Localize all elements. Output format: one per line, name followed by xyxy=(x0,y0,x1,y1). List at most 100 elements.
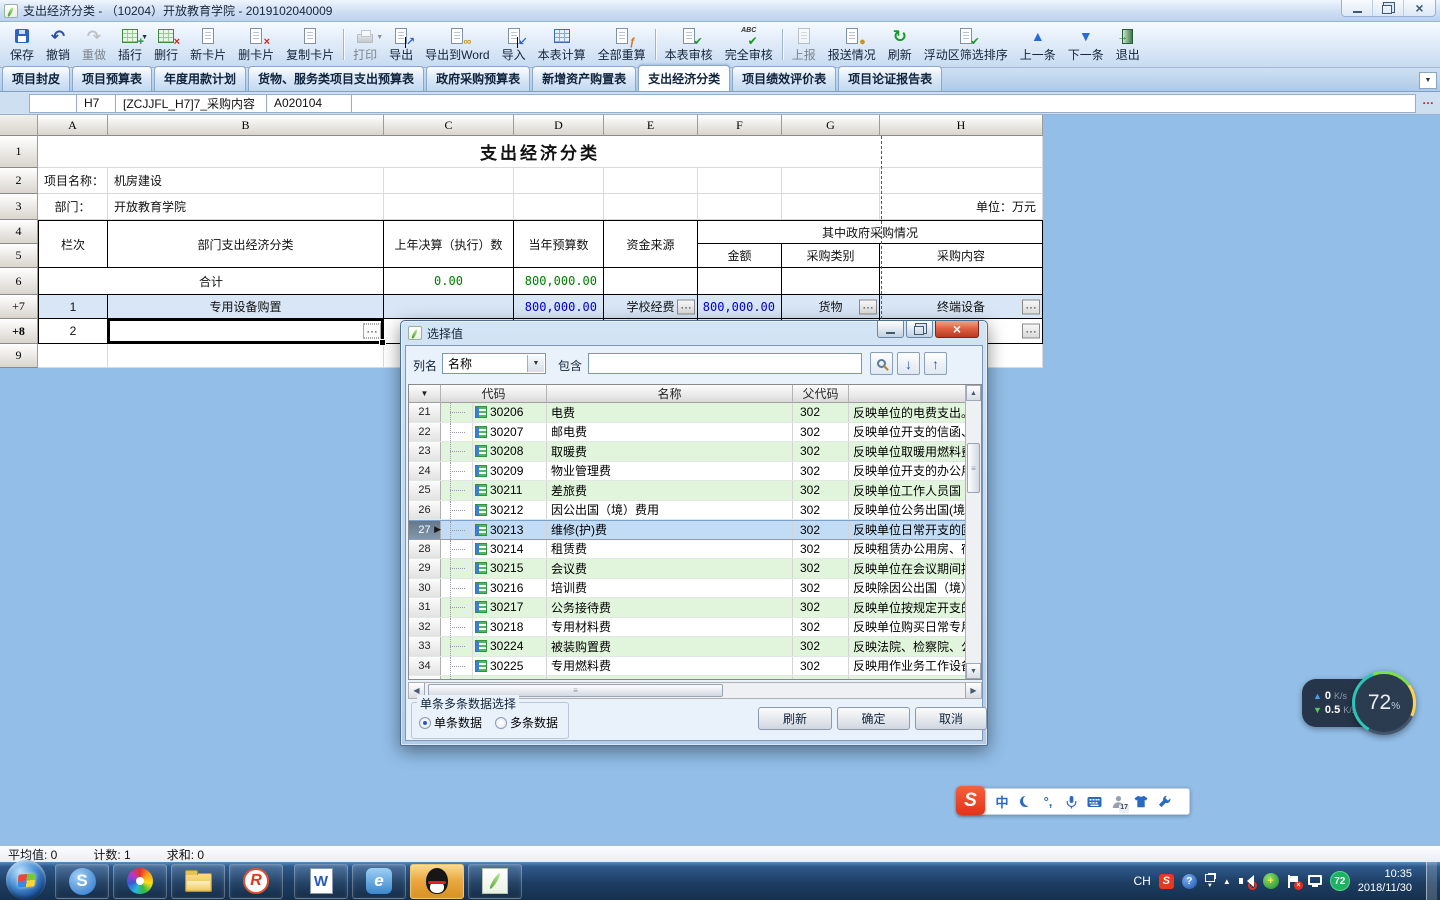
cell[interactable] xyxy=(384,295,514,319)
total-prev-year-cell[interactable]: 0.00 xyxy=(384,268,514,295)
cell[interactable] xyxy=(514,194,604,220)
row-number-cell[interactable]: 23 xyxy=(409,442,441,461)
dialog-table-row[interactable]: 25 30211 差旅费 302 反映单位工作人员国（境）内出 xyxy=(409,481,965,501)
dialog-table-row[interactable]: 35 30226 劳务费 302 反映支付给外单位和个人的劳务 xyxy=(409,676,965,679)
start-button[interactable] xyxy=(6,860,46,900)
taskbar-ie[interactable]: e xyxy=(352,864,406,899)
find-next-button[interactable]: ↓ xyxy=(897,352,920,375)
dialog-table-row[interactable]: 24 30209 物业管理费 302 反映单位开支的办公用房以及未 xyxy=(409,462,965,482)
tab-expenditure-classification[interactable]: 支出经济分类 xyxy=(638,65,730,91)
tray-sogou-icon[interactable]: S xyxy=(1159,874,1174,889)
cell[interactable] xyxy=(782,268,880,295)
voice-input-icon[interactable] xyxy=(1064,793,1078,811)
dialog-table-row[interactable]: 28 30214 租赁费 302 反映租赁办公用房、宿舍、专用 xyxy=(409,540,965,560)
contains-input[interactable] xyxy=(588,353,862,374)
row1-fund-cell[interactable]: 学校经费 xyxy=(604,295,698,319)
delete-card-button[interactable]: ×删卡片 xyxy=(232,24,280,65)
vertical-scrollbar[interactable]: ▲ ≡ ▼ xyxy=(965,385,981,679)
unit-label[interactable]: 单位：万元 xyxy=(880,194,1043,220)
tab-annual-plan[interactable]: 年度用款计划 xyxy=(154,66,246,91)
tray-security-shield-icon[interactable]: + xyxy=(1263,873,1279,889)
settings-wrench-icon[interactable] xyxy=(1157,793,1171,811)
copy-card-button[interactable]: 复制卡片 xyxy=(280,24,340,65)
cell[interactable] xyxy=(880,168,1043,194)
tab-project-report[interactable]: 项目论证报告表 xyxy=(838,66,942,91)
tab-performance-evaluation[interactable]: 项目绩效评价表 xyxy=(732,66,836,91)
column-header-a[interactable]: A xyxy=(38,115,108,136)
dialog-table-row[interactable]: 26 30212 因公出国（境）费用 302 反映单位公务出国(境)的国际旅 xyxy=(409,501,965,521)
column-header-f[interactable]: F xyxy=(698,115,782,136)
row-header-1[interactable]: 1 xyxy=(0,136,38,168)
header-proc-type[interactable]: 采购类别 xyxy=(782,244,880,268)
column-header-g[interactable]: G xyxy=(782,115,880,136)
save-button[interactable]: 保存 xyxy=(4,24,40,65)
cell[interactable] xyxy=(782,194,880,220)
row-number-cell[interactable]: 28 xyxy=(409,540,441,559)
row-number-cell[interactable]: 31 xyxy=(409,598,441,617)
row-number-cell[interactable]: 27 xyxy=(409,521,441,539)
network-status-icon[interactable] xyxy=(1308,875,1322,885)
ime-mode-button[interactable]: 中 xyxy=(995,793,1009,811)
export-button[interactable]: ↗导出 xyxy=(383,24,419,65)
cell[interactable] xyxy=(604,168,698,194)
lookup-ellipsis-button[interactable] xyxy=(1022,324,1040,339)
action-center-flag-icon[interactable]: × xyxy=(1287,875,1300,888)
float-filter-sort-button[interactable]: ✔浮动区筛选排序 xyxy=(918,24,1014,65)
taskbar-qq[interactable] xyxy=(410,864,464,899)
row2-category-edit-cell[interactable] xyxy=(108,319,384,344)
tray-help-icon[interactable]: ? xyxy=(1182,874,1197,889)
ime-toolbar[interactable]: S 中 °, 17 xyxy=(958,788,1190,815)
header-fund-source[interactable]: 资金来源 xyxy=(604,220,698,268)
insert-row-button[interactable]: +插行▼ xyxy=(112,24,148,65)
formula-more-button[interactable] xyxy=(1420,96,1436,111)
dialog-table-row[interactable]: 31 30217 公务接待费 302 反映单位按规定开支的各类公务 xyxy=(409,598,965,618)
cell[interactable] xyxy=(782,168,880,194)
scroll-right-icon[interactable]: ▶ xyxy=(965,683,981,698)
cell[interactable] xyxy=(514,168,604,194)
header-category[interactable]: 部门支出经济分类 xyxy=(108,220,384,268)
search-button[interactable] xyxy=(870,352,893,375)
tab-goods-services-budget[interactable]: 货物、服务类项目支出预算表 xyxy=(248,66,424,91)
show-desktop-button[interactable] xyxy=(1426,862,1437,900)
recalc-all-button[interactable]: ƒ全部重算 xyxy=(592,24,652,65)
taskbar-notes-app[interactable] xyxy=(468,864,522,899)
tab-project-cover[interactable]: 项目封皮 xyxy=(2,66,70,91)
soft-keyboard-icon[interactable] xyxy=(1087,793,1102,811)
restore-button[interactable] xyxy=(1373,0,1404,16)
select-all-corner[interactable] xyxy=(0,115,38,136)
row-header-2[interactable]: 2 xyxy=(0,168,38,194)
cell[interactable] xyxy=(880,268,1043,295)
export-word-button[interactable]: ∞导出到Word xyxy=(419,24,495,65)
cell[interactable] xyxy=(384,168,514,194)
row1-budget-cell[interactable]: 800,000.00 xyxy=(514,295,604,319)
taskbar-word[interactable]: W xyxy=(294,864,348,899)
dialog-table-row[interactable]: 34 30225 专用燃料费 302 反映用作业务工作设备的车(不 xyxy=(409,657,965,677)
undo-button[interactable]: 撤销 xyxy=(40,24,76,65)
tray-window-switch-icon[interactable]: ▼ xyxy=(1205,874,1215,889)
dialog-table-row[interactable]: 21 30206 电费 302 反映单位的电费支出。 xyxy=(409,403,965,423)
dialog-close-button[interactable] xyxy=(935,321,979,338)
formula-input[interactable] xyxy=(351,94,1416,113)
cell[interactable] xyxy=(384,194,514,220)
cell[interactable] xyxy=(698,268,782,295)
row-number-cell[interactable]: 25 xyxy=(409,481,441,500)
name-column-header[interactable]: 名称 xyxy=(547,385,793,403)
tab-project-budget[interactable]: 项目预算表 xyxy=(72,66,152,91)
dialog-table-row[interactable]: 29 30215 会议费 302 反映单位在会议期间按规定开支 xyxy=(409,559,965,579)
row-number-cell[interactable]: 30 xyxy=(409,579,441,598)
column-header-c[interactable]: C xyxy=(384,115,514,136)
lookup-ellipsis-button[interactable] xyxy=(363,324,381,339)
previous-record-button[interactable]: 上一条 xyxy=(1014,24,1062,65)
header-current-budget[interactable]: 当年预算数 xyxy=(514,220,604,268)
dialog-table-row[interactable]: 27 30213 维修(护)费 302 反映单位日常开支的固定资产（ xyxy=(409,520,965,540)
tab-new-assets[interactable]: 新增资产购置表 xyxy=(532,66,636,91)
parent-code-column-header[interactable]: 父代码 xyxy=(793,385,849,403)
taskbar-budget-app[interactable]: R xyxy=(229,864,283,899)
cell[interactable] xyxy=(698,194,782,220)
dialog-table-row[interactable]: 22 30207 邮电费 302 反映单位开支的信函、包裹、货 xyxy=(409,423,965,443)
taskbar-sogou-browser[interactable]: S xyxy=(55,864,109,899)
project-name-label[interactable]: 项目名称： xyxy=(38,168,108,194)
fullwidth-moon-icon[interactable] xyxy=(1018,793,1032,811)
multi-record-radio[interactable]: 多条数据 xyxy=(495,714,558,731)
department-value[interactable]: 开放教育学院 xyxy=(108,194,384,220)
